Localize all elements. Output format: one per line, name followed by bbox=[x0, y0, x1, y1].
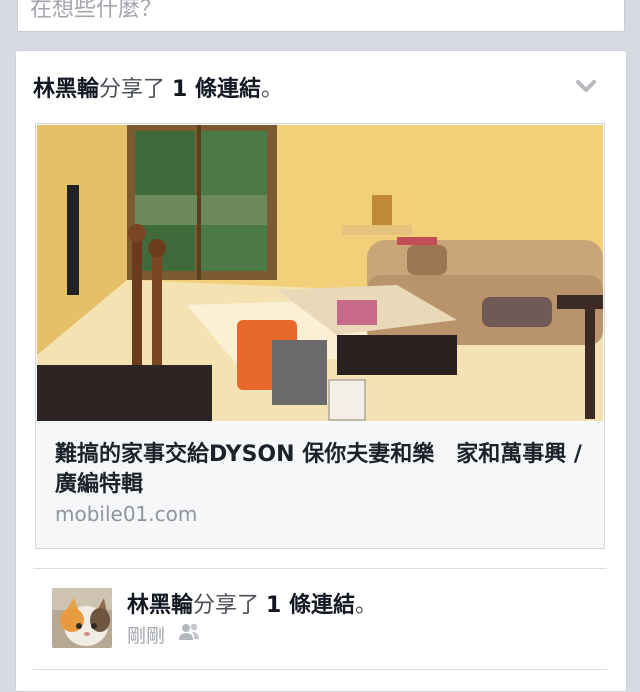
cat-avatar-image bbox=[52, 588, 112, 648]
feed-story-card: 林黑輪分享了 1 條連結。 難搞的家事交給DYSON 保你夫妻和樂 家和萬事興 … bbox=[15, 50, 627, 692]
living-room-photo bbox=[37, 125, 603, 421]
story-period: 。 bbox=[261, 77, 284, 102]
sub-story-action: 分享了 bbox=[193, 593, 260, 618]
status-composer[interactable]: 在想些什麼？ bbox=[17, 0, 625, 32]
timestamp[interactable]: 剛剛 bbox=[127, 621, 165, 648]
chevron-down-icon[interactable] bbox=[576, 79, 596, 93]
avatar[interactable] bbox=[52, 588, 112, 648]
story-action: 分享了 bbox=[99, 77, 166, 102]
sub-story-link-count: 1 條連結 bbox=[266, 593, 355, 618]
link-attachment[interactable]: 難搞的家事交給DYSON 保你夫妻和樂 家和萬事興 / 廣編特輯 mobile0… bbox=[35, 123, 605, 549]
divider bbox=[33, 669, 607, 670]
sub-story-period: 。 bbox=[355, 593, 378, 618]
divider bbox=[33, 568, 607, 569]
sub-story-header: 林黑輪分享了 1 條連結。 bbox=[127, 587, 377, 619]
composer-placeholder[interactable]: 在想些什麼？ bbox=[30, 0, 162, 23]
friends-icon bbox=[179, 623, 199, 640]
sub-story-author-name[interactable]: 林黑輪 bbox=[127, 593, 193, 618]
story-header: 林黑輪分享了 1 條連結。 bbox=[33, 71, 283, 103]
link-title[interactable]: 難搞的家事交給DYSON 保你夫妻和樂 家和萬事興 / 廣編特輯 bbox=[55, 440, 595, 500]
story-author-name[interactable]: 林黑輪 bbox=[33, 77, 99, 102]
story-link-count: 1 條連結 bbox=[172, 77, 261, 102]
link-preview-image[interactable] bbox=[37, 125, 603, 421]
link-domain: mobile01.com bbox=[55, 502, 198, 526]
